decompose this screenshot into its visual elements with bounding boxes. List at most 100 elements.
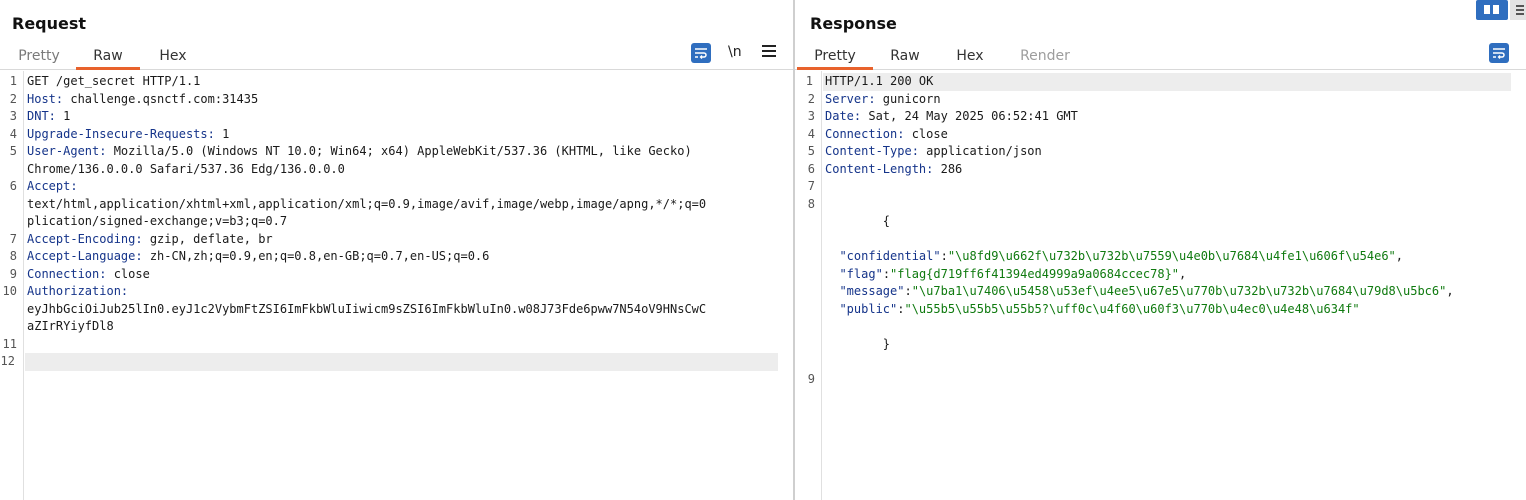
header-name: Date: <box>825 109 862 123</box>
header-value: HTTP/1.1 200 OK <box>825 74 934 88</box>
header-name: Accept-Encoding: <box>27 231 143 246</box>
code-line: 3 DNT: 1 <box>10 108 778 126</box>
header-value: close <box>904 126 948 141</box>
code-line: 12​ <box>1 353 778 371</box>
newline-toggle[interactable]: \n <box>728 44 742 60</box>
code-line: 5 Content-Type: application/json <box>808 143 1511 161</box>
code-line: 4 Connection: close <box>808 126 1511 144</box>
word-wrap-icon[interactable] <box>1489 43 1509 63</box>
json-value: "\u7ba1\u7406\u5458\u53ef\u4ee5\u67e5\u7… <box>911 284 1447 298</box>
request-tab-hex[interactable]: Hex <box>148 42 198 69</box>
code-line: 10 Authorization: eyJhbGciOiJub25lIn0.eyJ… <box>3 283 778 336</box>
header-name: Content-Type: <box>825 144 919 158</box>
request-code: 1 GET /get_secret HTTP/1.1 2 Host: challeng… <box>1 73 778 371</box>
line-number: 7 <box>9 231 17 246</box>
hamburger-menu-icon[interactable] <box>762 45 776 59</box>
header-value: 1 <box>214 126 230 141</box>
request-pane: Request Pretty Raw Hex \n 1 GET /get_secr… <box>0 0 793 500</box>
header-value: challenge.qsnctf.com:31435 <box>63 91 259 106</box>
header-value: eyJhbGciOiJub25lIn0.eyJ1c2VybmFtZSI6ImFk… <box>27 301 707 334</box>
json-comma: , <box>1446 284 1454 298</box>
line-number: 5 <box>9 144 17 158</box>
line-number: 8 <box>807 196 815 211</box>
json-field: "message":"\u7ba1\u7406\u5458\u53ef\u4ee… <box>825 283 1511 301</box>
json-open-brace: { <box>882 214 891 228</box>
code-line: 7 Accept-Encoding: gzip, deflate, br <box>10 231 778 249</box>
line-number: 2 <box>9 91 17 106</box>
json-colon: : <box>882 266 891 281</box>
json-value: "\u8fd9\u662f\u732b\u732b\u7559\u4e0b\u7… <box>947 249 1396 263</box>
response-pane: Response Pretty Raw Hex Render 1 HTTP/1.1… <box>795 0 1526 500</box>
header-name: Connection: <box>825 126 905 141</box>
header-name: Authorization: <box>27 284 129 298</box>
header-name: Connection: <box>27 266 107 281</box>
word-wrap-icon[interactable] <box>691 43 711 63</box>
header-value: gunicorn <box>875 91 941 106</box>
json-field: "confidential":"\u8fd9\u662f\u732b\u732b… <box>825 248 1511 266</box>
line-number: 3 <box>807 109 815 123</box>
json-value: "flag{d719ff6f41394ed4999a9a0684ccec78}" <box>890 266 1180 281</box>
json-close-brace: } <box>882 336 891 351</box>
header-name: Upgrade-Insecure-Requests: <box>27 126 215 141</box>
code-line: 9 Connection: close <box>10 266 778 284</box>
response-tab-raw[interactable]: Raw <box>879 42 931 69</box>
line-number: 9 <box>807 371 815 386</box>
json-key: "public" <box>839 301 898 316</box>
line-number: 5 <box>807 144 815 158</box>
code-line: 5 User-Agent: Mozilla/5.0 (Windows NT 10.… <box>10 143 778 178</box>
request-title: Request <box>12 14 87 33</box>
layout-toggle-icon[interactable] <box>1476 0 1526 20</box>
header-value: gzip, deflate, br <box>142 231 273 246</box>
header-name: Accept-Language: <box>27 249 143 263</box>
code-line: 1 HTTP/1.1 200 OK <box>806 73 1511 91</box>
response-tab-render[interactable]: Render <box>1013 42 1077 69</box>
line-number: 2 <box>807 91 815 106</box>
header-value: zh-CN,zh;q=0.9,en;q=0.8,en-GB;q=0.7,en-U… <box>142 249 490 263</box>
json-colon: : <box>940 249 948 263</box>
code-line: 11​ <box>3 336 778 354</box>
response-tab-hex[interactable]: Hex <box>945 42 995 69</box>
code-line: 2 Server: gunicorn <box>808 91 1511 109</box>
line-number: 3 <box>9 109 17 123</box>
json-key: "confidential" <box>839 249 941 263</box>
header-value: close <box>106 266 150 281</box>
code-line: 6 Content-Length: 286 <box>808 161 1511 179</box>
header-name: User-Agent: <box>27 144 107 158</box>
json-key: "flag" <box>839 266 883 281</box>
code-line: 4 Upgrade-Insecure-Requests: 1 <box>10 126 778 144</box>
request-editor[interactable]: 1 GET /get_secret HTTP/1.1 2 Host: challeng… <box>0 71 793 500</box>
request-tab-pretty[interactable]: Pretty <box>10 42 68 69</box>
response-editor[interactable]: 1 HTTP/1.1 200 OK 2 Server: gunicorn 3 Date: … <box>795 71 1526 500</box>
header-value: text/html,application/xhtml+xml,applicat… <box>27 196 707 229</box>
response-title: Response <box>810 14 897 33</box>
line-number: 4 <box>9 126 17 141</box>
header-value: Mozilla/5.0 (Windows NT 10.0; Win64; x64… <box>27 144 692 176</box>
json-field: "public":"\u55b5\u55b5\u55b5?\uff0c\u4f6… <box>825 301 1511 319</box>
json-field: "flag":"flag{d719ff6f41394ed4999a9a0684c… <box>825 266 1511 284</box>
header-value: Sat, 24 May 2025 06:52:41 GMT <box>861 109 1078 123</box>
line-number: 8 <box>9 249 17 263</box>
line-number: 4 <box>807 126 815 141</box>
header-value: GET /get_secret HTTP/1.1 <box>27 74 201 88</box>
header-name: Server: <box>825 91 876 106</box>
request-tabbar: Pretty Raw Hex <box>0 42 793 70</box>
code-line: 2 Host: challenge.qsnctf.com:31435 <box>10 91 778 109</box>
line-number: 10 <box>2 284 17 298</box>
line-number: 11 <box>2 336 17 351</box>
code-line: 3 Date: Sat, 24 May 2025 06:52:41 GMT <box>808 108 1511 126</box>
line-number: 1 <box>9 74 17 88</box>
header-name: Accept: <box>27 179 78 193</box>
code-line: 1 GET /get_secret HTTP/1.1 <box>10 73 778 91</box>
code-line: 6 Accept: text/html,application/xhtml+xml… <box>10 178 778 231</box>
request-tab-raw[interactable]: Raw <box>76 42 140 70</box>
header-name: Host: <box>27 91 64 106</box>
json-comma: , <box>1179 266 1187 281</box>
header-name: DNT: <box>27 109 56 123</box>
json-value: "\u55b5\u55b5\u55b5?\uff0c\u4f60\u60f3\u… <box>904 301 1360 316</box>
line-number: 7 <box>807 179 815 193</box>
json-key: "message" <box>839 284 905 298</box>
line-number: 9 <box>9 266 17 281</box>
code-line: } <box>825 318 1511 371</box>
line-number: 6 <box>807 161 815 176</box>
response-tab-pretty[interactable]: Pretty <box>797 42 873 70</box>
